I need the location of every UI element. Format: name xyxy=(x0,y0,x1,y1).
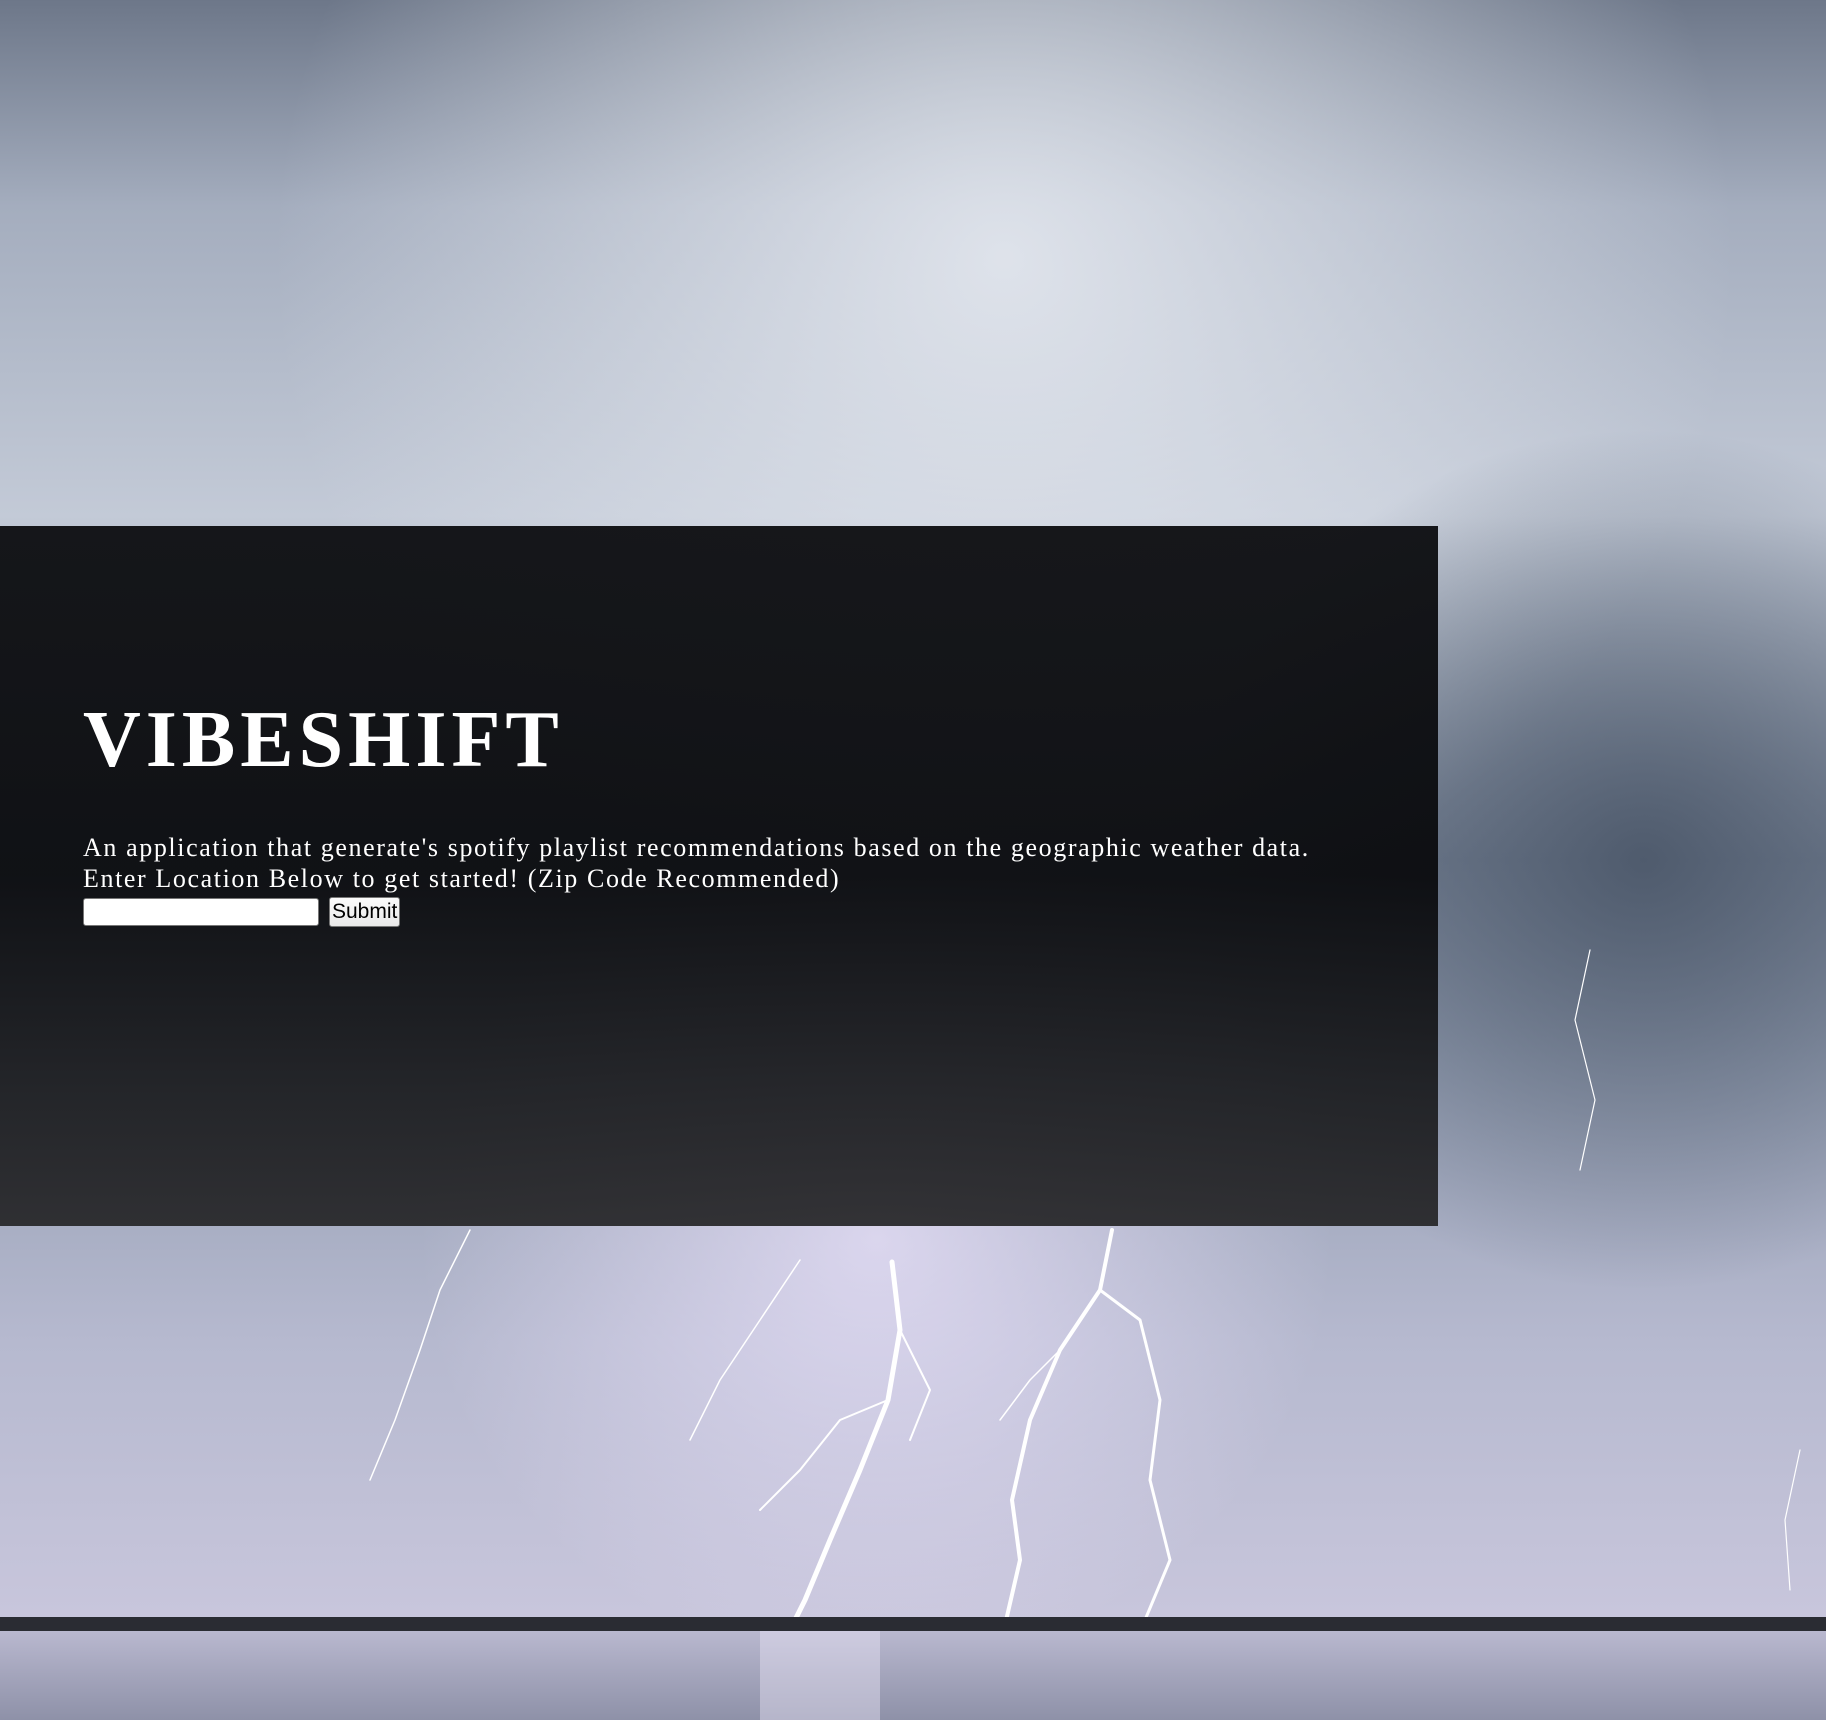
description-line: An application that generate's spotify p… xyxy=(83,833,1310,862)
location-form: Submit xyxy=(83,896,401,928)
app-description: An application that generate's spotify p… xyxy=(83,832,1310,894)
location-input[interactable] xyxy=(83,898,319,926)
instruction-line: Enter Location Below to get started! (Zi… xyxy=(83,864,841,893)
app-title: VIBESHIFT xyxy=(83,696,564,784)
submit-button[interactable]: Submit xyxy=(329,897,401,927)
